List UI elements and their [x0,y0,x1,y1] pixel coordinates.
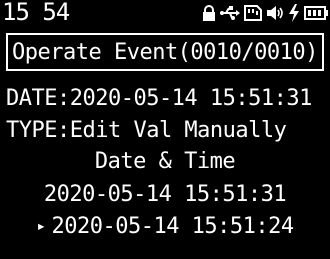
lock-icon [202,5,216,21]
new-value: 2020-05-14 15:51:24 [51,214,294,239]
sd-card-icon [244,5,262,21]
title-bar: Operate Event(0010/0010) [6,33,324,71]
charging-icon [288,4,300,22]
old-value: 2020-05-14 15:51:31 [43,182,287,207]
new-value-row[interactable]: ▸ 2020-05-14 15:51:24 [0,212,330,242]
event-date-line: DATE:2020-05-14 15:51:31 [6,86,312,111]
status-time: 15 54 [2,0,70,26]
event-type-line: TYPE:Edit Val Manually [6,118,287,143]
page-title: Operate Event(0010/0010) [12,40,318,65]
battery-icon [304,5,328,21]
status-icons [202,3,328,23]
field-heading: Date & Time [94,149,236,174]
selection-arrow-icon: ▸ [36,216,46,235]
usb-icon [220,5,240,21]
status-bar: 15 54 [0,0,330,26]
speaker-icon [266,5,284,21]
device-screen: 15 54 Operate Event(0010/0010) DATE:2020… [0,0,330,259]
